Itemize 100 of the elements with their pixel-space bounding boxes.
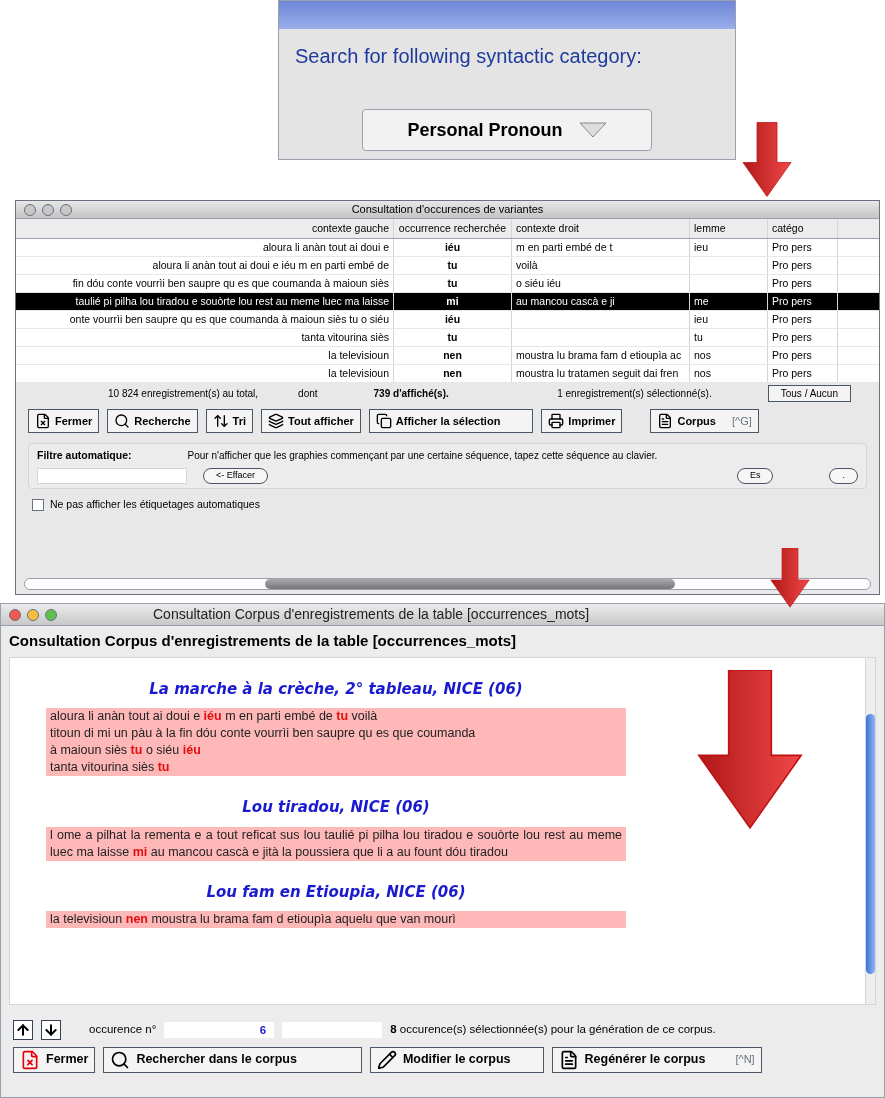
table-row[interactable]: onte vourrìi ben saupre qu es que coumanda à maioun siès tu o siéu iéu ieu Pro pers [16,311,879,329]
table-cell-text: Pro pers [772,239,812,255]
window-control-icon[interactable] [9,608,21,621]
horizontal-scrollbar[interactable] [24,578,871,590]
filter-button[interactable]: Es [736,468,774,484]
passage-text: aloura li anàn tout ai doui e iéu m en parti embé de tu voilà [50,708,379,725]
toolbar-button[interactable]: Imprimer [541,409,623,433]
shortcut-label: [^G] [731,413,752,429]
window-control-icon[interactable] [24,203,36,216]
column-header[interactable]: contexte droit [512,219,690,238]
section-title: Lou fam en Etioupia, NICE (06) [206,881,466,903]
search-icon [114,413,131,429]
passage-text: à maioun siès tu o siéu iéu [50,742,202,759]
table-cell-text: ieu [694,239,708,255]
passage-text: la televisioun nen moustra lu brama fam d etioupìa aquelu que van mourì [50,911,457,928]
table-row[interactable]: aloura li anàn tout ai doui e iéu m en parti embé de t ieu Pro pers [16,239,879,257]
passage-text: titoun di mi un pàu à la fin dóu conte vourrìi ben saupre qu es que coumanda [50,725,477,742]
column-header[interactable]: contexte gauche [16,219,394,238]
table-cell-text: Pro pers [772,365,812,381]
table-cell-text: nos [694,365,711,381]
file-x-icon [35,413,51,429]
toolbar-button[interactable]: Fermer [28,409,100,433]
down-arrow-icon [43,1021,59,1038]
table-cell-text: iéu [444,239,461,255]
occurrence-field[interactable]: 6 [164,1021,275,1038]
displayed-count: 739 d'affiché(s). [373,386,449,401]
table-cell-text: aloura li anàn tout ai doui e iéu m en parti embé de [152,257,389,273]
section-title: La marche à la crèche, 2° tableau, NICE (06) [149,678,523,700]
vertical-scrollbar[interactable] [865,657,875,1004]
dropdown-icon [578,122,607,138]
printer-icon [548,413,565,429]
table-cell-text: onte vourrìi ben saupre qu es que coumanda à maioun siès tu o siéu [69,311,389,327]
table-row[interactable]: la televisioun nen moustra lu brama fam d etioupìa ac nos Pro pers [16,347,879,365]
table-cell-text: tu [447,257,458,273]
up-button[interactable] [13,1019,33,1040]
up-arrow-icon [15,1021,31,1038]
table-cell-text: m en parti embé de t [516,239,613,255]
checkbox[interactable] [32,498,44,511]
toolbar-button[interactable]: Tout afficher [261,409,361,433]
table-cell-text: Pro pers [772,275,812,291]
table-cell-text: ieu [694,311,708,327]
filter-hint: Pour n'afficher que les graphies commençant par une certaine séquence, tapez cette séquence au clavier. [187,449,658,463]
search-icon [110,1049,131,1070]
window-control-icon[interactable] [45,608,57,621]
corpus-heading: Consultation Corpus d'enregistrements de la table [occurrences_mots] [8,631,517,651]
window-control-icon[interactable] [42,203,54,216]
table-cell-text: moustra lu tratamen seguit dai fren [516,365,679,381]
window-title: Consultation d'occurences de variantes [351,202,545,218]
filter-label: Filtre automatique: [37,448,132,463]
status-text: dont [298,386,318,401]
table-cell-text: Pro pers [772,347,812,363]
table-cell-text: nos [694,347,711,363]
window-control-icon[interactable] [27,608,39,621]
table-cell-text: iéu [444,311,461,327]
selection-summary: 8 occurence(s) sélectionnée(s) pour la génération de ce corpus. [390,1021,716,1037]
copy-icon [375,413,392,429]
document-icon [657,413,674,429]
filter-button[interactable]: . [829,468,858,484]
category-dropdown[interactable]: Personal Pronoun [362,109,652,151]
scrollbar-thumb[interactable] [866,713,875,974]
toolbar-button[interactable]: Tri [205,409,253,433]
toolbar-button[interactable]: Afficher la sélection [368,409,534,433]
pencil-icon [376,1049,397,1070]
table-cell-text: voilà [516,257,538,273]
table-row[interactable]: taulié pi pilha lou tiradou e souòrte lou rest au meme luec ma laisse mi au mancou cascà e ji me Pro pers [16,293,879,311]
table-cell-text: o siéu iéu [516,275,561,291]
table-cell-text: taulié pi pilha lou tiradou e souòrte lou rest au meme luec ma laisse [75,293,389,309]
shortcut-label: [^N] [735,1052,755,1068]
table-cell-text: tu [447,275,458,291]
table-cell-text: tanta vitourina siès [301,329,389,345]
passage-text: tanta vitourina siès tu [50,759,171,776]
column-header[interactable]: occurrence recherchée [394,219,512,238]
down-arrow [770,548,810,608]
table-cell-text: au mancou cascà e ji [516,293,615,309]
table-row[interactable]: la televisioun nen moustra lu tratamen seguit dai fren nos Pro pers [16,365,879,383]
toolbar-button[interactable]: Recherche [107,409,198,433]
file-x-icon [20,1049,40,1070]
layers-icon [268,413,284,429]
down-button[interactable] [41,1019,61,1040]
selected-count: 1 enregistrement(s) sélectionné(s). [557,386,712,401]
scrollbar-thumb[interactable] [265,579,675,589]
table-cell-text: Pro pers [772,257,812,273]
table-row[interactable]: tanta vitourina siès tu tu Pro pers [16,329,879,347]
action-button[interactable]: Modifier le corpus [369,1046,544,1073]
filter-field[interactable] [37,467,187,484]
column-header[interactable]: lemme [690,219,768,238]
table-cell-text: me [694,293,709,309]
table-cell-text: Pro pers [772,329,812,345]
action-button[interactable]: Fermer [13,1046,96,1073]
window-control-icon[interactable] [60,203,72,216]
select-all-button[interactable]: Tous / Aucun [767,384,851,402]
table-cell-text: mi [446,293,459,309]
action-button[interactable]: Rechercher dans le corpus [103,1046,362,1073]
column-header[interactable]: catégo [768,219,838,238]
table-row[interactable]: aloura li anàn tout ai doui e iéu m en parti embé de tu voilà Pro pers [16,257,879,275]
table-cell-text: la televisioun [328,365,389,381]
clear-button[interactable]: <- Effacer [203,468,269,484]
action-button[interactable]: Regénérer le corpus [^N] [551,1046,762,1073]
window-title: Consultation Corpus d'enregistrements de la table [occurrences_mots] [153,605,590,624]
toolbar-button[interactable]: Corpus [^G] [650,409,759,433]
